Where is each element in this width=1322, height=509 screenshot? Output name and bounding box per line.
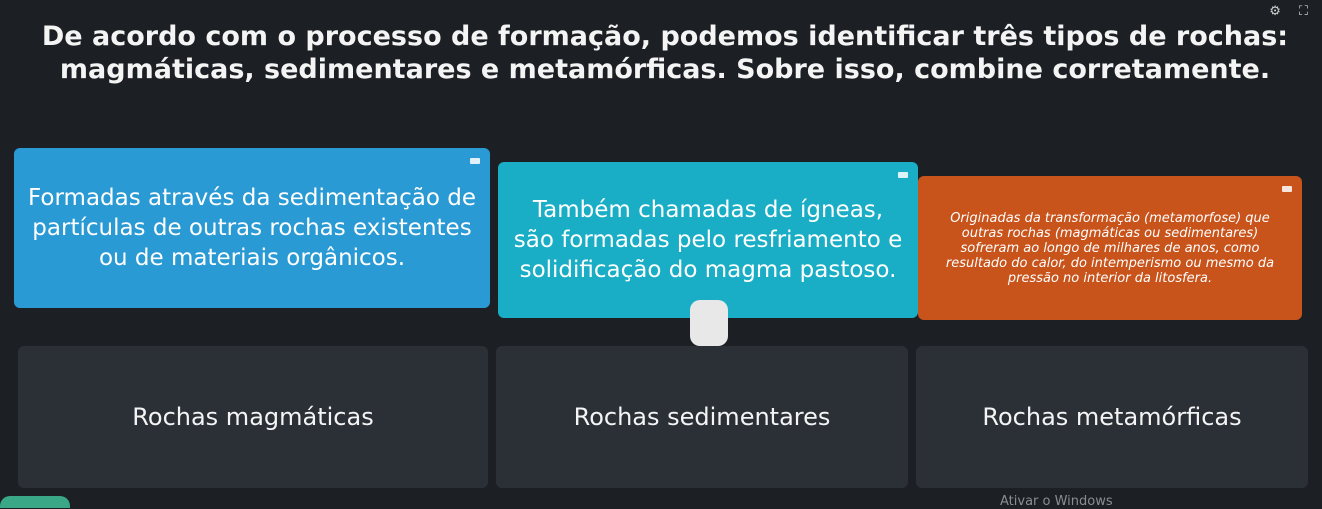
card-text: Também chamadas de ígneas, são formadas … <box>513 197 903 283</box>
drop-slot-magmatic[interactable]: Rochas magmáticas <box>18 346 488 488</box>
drop-slot-metamorphic[interactable]: Rochas metamórficas <box>916 346 1308 488</box>
drag-handle-icon[interactable] <box>898 172 908 178</box>
slot-label: Rochas metamórficas <box>982 403 1242 431</box>
fullscreen-icon[interactable]: ⛶ <box>1299 4 1308 19</box>
slot-label: Rochas sedimentares <box>573 403 831 431</box>
top-icons: ⚙ ⛶ <box>1269 4 1308 19</box>
drag-handle-icon[interactable] <box>1282 186 1292 192</box>
hand-cursor-icon <box>690 300 728 346</box>
gear-icon[interactable]: ⚙ <box>1269 4 1281 19</box>
card-text: Originadas da transformação (metamorfose… <box>945 210 1275 286</box>
slot-label: Rochas magmáticas <box>132 403 374 431</box>
draggable-card-metamorphic[interactable]: Originadas da transformação (metamorfose… <box>918 176 1302 320</box>
card-text: Formadas através da sedimentação de part… <box>28 185 476 271</box>
windows-activation-watermark: Ativar o Windows <box>1000 494 1113 509</box>
drag-handle-icon[interactable] <box>470 158 480 164</box>
drop-slot-sedimentary[interactable]: Rochas sedimentares <box>496 346 908 488</box>
bottom-accent <box>0 496 70 508</box>
question-text: De acordo com o processo de formação, po… <box>41 21 1289 85</box>
draggable-card-magmatic[interactable]: Também chamadas de ígneas, são formadas … <box>498 162 918 318</box>
draggable-card-sedimentary[interactable]: Formadas através da sedimentação de part… <box>14 148 490 308</box>
